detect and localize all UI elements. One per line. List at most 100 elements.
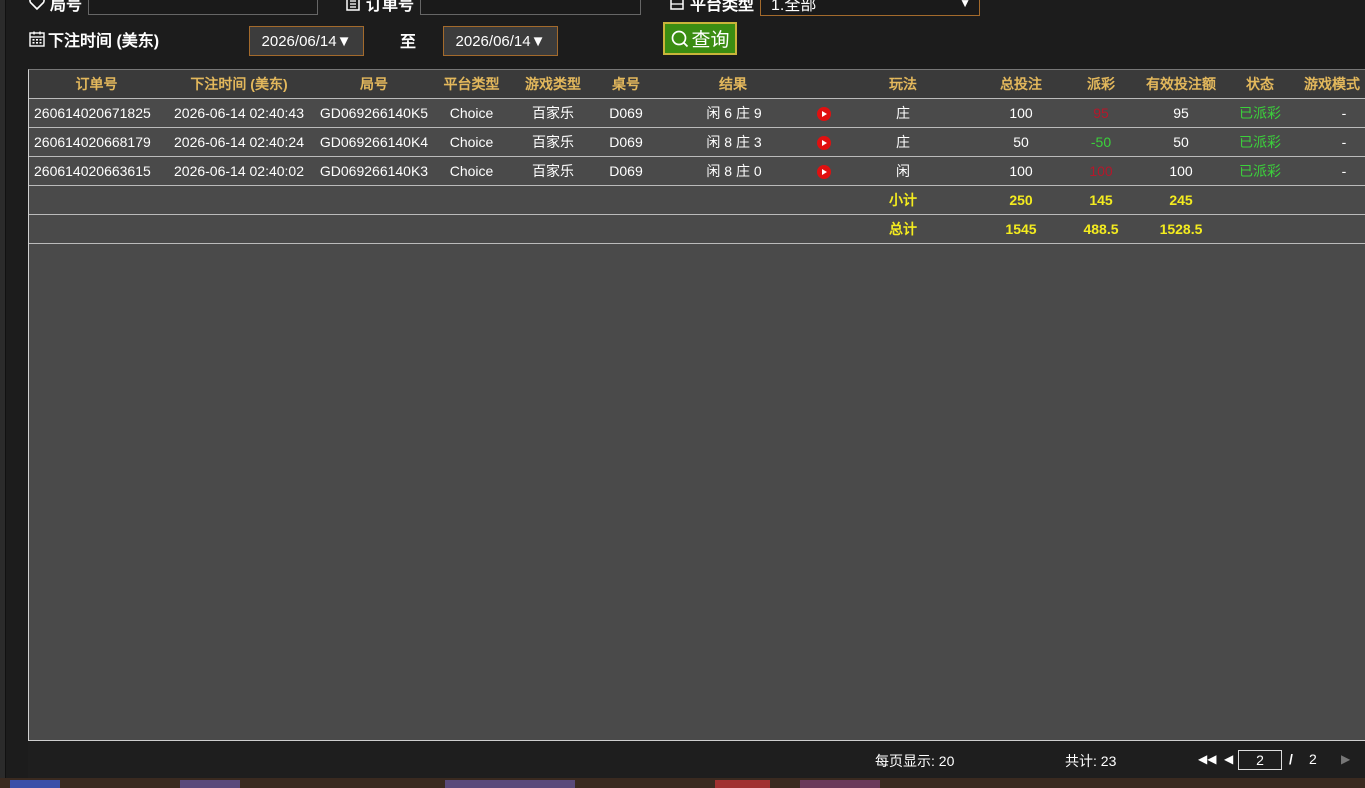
filter-row-top: 局号 订单号 平台类型 1.全部 ▼ bbox=[28, 0, 1365, 16]
platform-filter: 平台类型 1.全部 ▼ bbox=[668, 0, 981, 16]
order-label: 订单号 bbox=[366, 0, 415, 14]
cell-bet-time: 2026-06-14 02:40:24 bbox=[174, 134, 304, 150]
table-header: 订单号 下注时间 (美东) 局号 平台类型 游戏类型 桌号 结果 玩法 总投注 … bbox=[29, 70, 1365, 99]
play-video-icon[interactable] bbox=[817, 136, 831, 150]
cell-total-bet: 50 bbox=[1013, 134, 1029, 150]
cell-platform: Choice bbox=[449, 105, 494, 121]
bet-records-page: 局号 订单号 平台类型 1.全部 ▼ 下注时间 (美东) 2026/06/14▼… bbox=[0, 0, 1365, 788]
cell-result: 闲 6 庄 9 bbox=[706, 105, 762, 121]
cell-bet-type: 庄 bbox=[896, 105, 910, 121]
cell-table-no: D069 bbox=[609, 105, 643, 121]
cell-round: GD069266140K5 bbox=[319, 105, 429, 121]
cell-valid-bet: 50 bbox=[1173, 134, 1189, 150]
cell-status: 已派彩 bbox=[1239, 134, 1281, 150]
left-edge-strip bbox=[0, 0, 6, 788]
subtotal-total-bet: 250 bbox=[1009, 192, 1033, 208]
calendar-icon bbox=[28, 30, 46, 48]
document-icon bbox=[344, 0, 362, 12]
cell-platform: Choice bbox=[449, 134, 494, 150]
subtotal-payout: 145 bbox=[1089, 192, 1113, 208]
round-filter: 局号 bbox=[28, 0, 319, 16]
heart-icon bbox=[28, 0, 46, 12]
first-page-icon[interactable]: ◀◀ bbox=[1198, 752, 1216, 766]
decor-segment bbox=[715, 780, 770, 788]
cell-round: GD069266140K4 bbox=[319, 134, 429, 150]
cell-valid-bet: 100 bbox=[1169, 163, 1193, 179]
platform-select-value: 1.全部 bbox=[771, 0, 817, 14]
col-order: 订单号 bbox=[75, 76, 118, 92]
cell-game-mode: - bbox=[1341, 105, 1347, 121]
cell-round: GD069266140K3 bbox=[319, 163, 429, 179]
col-status: 状态 bbox=[1246, 76, 1274, 92]
subtotal-label: 小计 bbox=[889, 192, 917, 208]
cell-platform: Choice bbox=[449, 163, 494, 179]
grand-total-total-bet: 1545 bbox=[1005, 221, 1037, 237]
next-page-icon[interactable]: ▶ bbox=[1341, 752, 1350, 766]
bet-time-filter: 下注时间 (美东) bbox=[28, 27, 159, 51]
pagination-bar: 每页显示: 20 共计: 23 ◀◀ ◀ 2 / 2 ▶ bbox=[28, 742, 1365, 778]
cell-bet-type: 庄 bbox=[896, 134, 910, 150]
cell-table-no: D069 bbox=[609, 163, 643, 179]
page-total: 2 bbox=[1309, 751, 1317, 767]
grand-total-valid-bet: 1528.5 bbox=[1159, 221, 1203, 237]
platform-select[interactable]: 1.全部 ▼ bbox=[760, 0, 981, 16]
underlying-page-strip bbox=[0, 778, 1365, 788]
prev-page-icon[interactable]: ◀ bbox=[1224, 752, 1233, 766]
cell-payout: 100 bbox=[1089, 163, 1113, 179]
col-payout: 派彩 bbox=[1087, 76, 1115, 92]
search-icon bbox=[670, 29, 690, 49]
bet-time-label: 下注时间 (美东) bbox=[48, 33, 160, 50]
subtotal-row: 小计 250 145 245 bbox=[29, 186, 1365, 215]
per-page-label: 每页显示: 20 bbox=[875, 753, 955, 769]
play-video-icon[interactable] bbox=[817, 165, 831, 179]
date-from-select[interactable]: 2026/06/14▼ bbox=[249, 26, 364, 56]
round-input[interactable] bbox=[88, 0, 319, 15]
cell-game-mode: - bbox=[1341, 163, 1347, 179]
col-table-no: 桌号 bbox=[612, 76, 640, 92]
platform-label: 平台类型 bbox=[690, 0, 755, 14]
cell-status: 已派彩 bbox=[1239, 105, 1281, 121]
cell-bet-time: 2026-06-14 02:40:43 bbox=[174, 105, 304, 121]
cell-payout: -50 bbox=[1090, 134, 1112, 150]
page-separator: / bbox=[1289, 751, 1293, 767]
to-label: 至 bbox=[400, 34, 417, 51]
order-filter: 订单号 bbox=[344, 0, 642, 16]
col-result: 结果 bbox=[719, 76, 747, 92]
subtotal-valid-bet: 245 bbox=[1169, 192, 1193, 208]
cell-order: 260614020663615 bbox=[34, 163, 151, 179]
query-button[interactable]: 查询 bbox=[663, 22, 737, 55]
cell-game-type: 百家乐 bbox=[532, 134, 574, 150]
cell-game-type: 百家乐 bbox=[532, 105, 574, 121]
table-row: 260614020663615 2026-06-14 02:40:02 GD06… bbox=[29, 157, 1365, 186]
col-bet-time: 下注时间 (美东) bbox=[190, 76, 288, 92]
total-count-label: 共计: 23 bbox=[1065, 753, 1117, 769]
col-round: 局号 bbox=[360, 76, 388, 92]
cell-bet-type: 闲 bbox=[896, 163, 910, 179]
query-button-label: 查询 bbox=[691, 30, 730, 51]
date-to-select[interactable]: 2026/06/14▼ bbox=[443, 26, 558, 56]
col-game-mode: 游戏模式 bbox=[1304, 76, 1360, 92]
cell-order: 260614020671825 bbox=[34, 105, 151, 121]
cell-game-type: 百家乐 bbox=[532, 163, 574, 179]
col-total-bet: 总投注 bbox=[1000, 76, 1042, 92]
cell-status: 已派彩 bbox=[1239, 163, 1281, 179]
cell-result: 闲 8 庄 3 bbox=[706, 134, 762, 150]
cell-game-mode: - bbox=[1341, 134, 1347, 150]
chevron-down-icon: ▼ bbox=[959, 0, 972, 10]
decor-segment bbox=[10, 780, 60, 788]
cell-total-bet: 100 bbox=[1009, 105, 1033, 121]
cell-total-bet: 100 bbox=[1009, 163, 1033, 179]
cell-result: 闲 8 庄 0 bbox=[706, 163, 762, 179]
col-bet-type: 玩法 bbox=[889, 76, 917, 92]
round-label: 局号 bbox=[50, 0, 83, 14]
col-game-type: 游戏类型 bbox=[525, 76, 581, 92]
order-input[interactable] bbox=[420, 0, 642, 15]
decor-segment bbox=[800, 780, 880, 788]
cell-payout: 95 bbox=[1093, 105, 1109, 121]
page-number-input[interactable]: 2 bbox=[1238, 750, 1282, 770]
records-table: 订单号 下注时间 (美东) 局号 平台类型 游戏类型 桌号 结果 玩法 总投注 … bbox=[28, 69, 1365, 741]
grand-total-row: 总计 1545 488.5 1528.5 bbox=[29, 215, 1365, 244]
decor-segment bbox=[180, 780, 240, 788]
play-video-icon[interactable] bbox=[817, 107, 831, 121]
printer-icon bbox=[668, 0, 686, 12]
